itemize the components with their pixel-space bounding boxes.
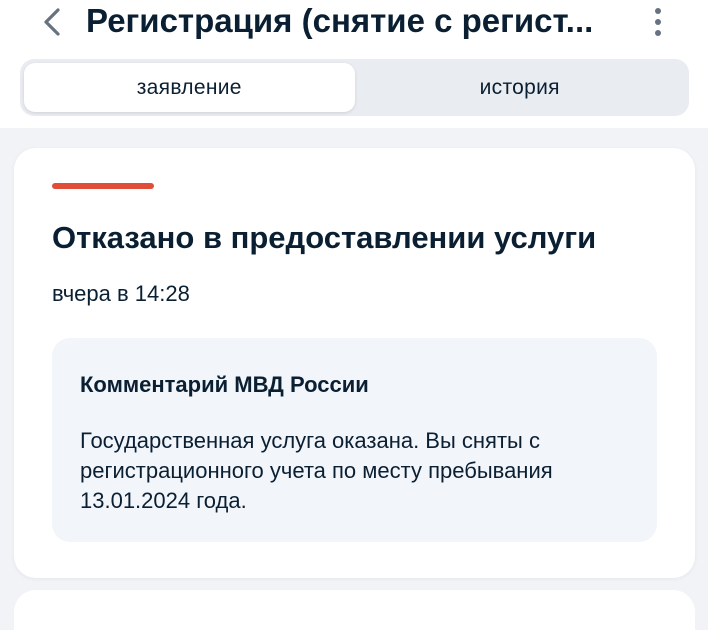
next-card: [14, 590, 695, 630]
more-options-button[interactable]: [640, 2, 676, 42]
tab-application[interactable]: заявление: [24, 63, 355, 112]
more-vertical-icon: [655, 8, 661, 14]
status-indicator-bar: [52, 183, 154, 189]
chevron-left-icon: [44, 8, 60, 36]
more-vertical-icon-dot: [655, 19, 661, 25]
status-card: Отказано в предоставлении услуги вчера в…: [14, 148, 695, 578]
app-header: Регистрация (снятие с регист...: [0, 0, 708, 48]
back-button[interactable]: [30, 2, 74, 42]
status-timestamp: вчера в 14:28: [52, 281, 190, 306]
more-vertical-icon-dot: [655, 30, 661, 36]
comment-title: Комментарий МВД России: [80, 372, 369, 397]
comment-text: Государственная услуга оказана. Вы сняты…: [80, 428, 553, 513]
status-title: Отказано в предоставлении услуги: [52, 220, 597, 255]
comment-box: Комментарий МВД России Государственная у…: [52, 338, 657, 542]
tab-history[interactable]: история: [355, 63, 686, 112]
page-title: Регистрация (снятие с регист...: [86, 2, 594, 39]
segmented-tabs: заявление история: [20, 59, 689, 116]
